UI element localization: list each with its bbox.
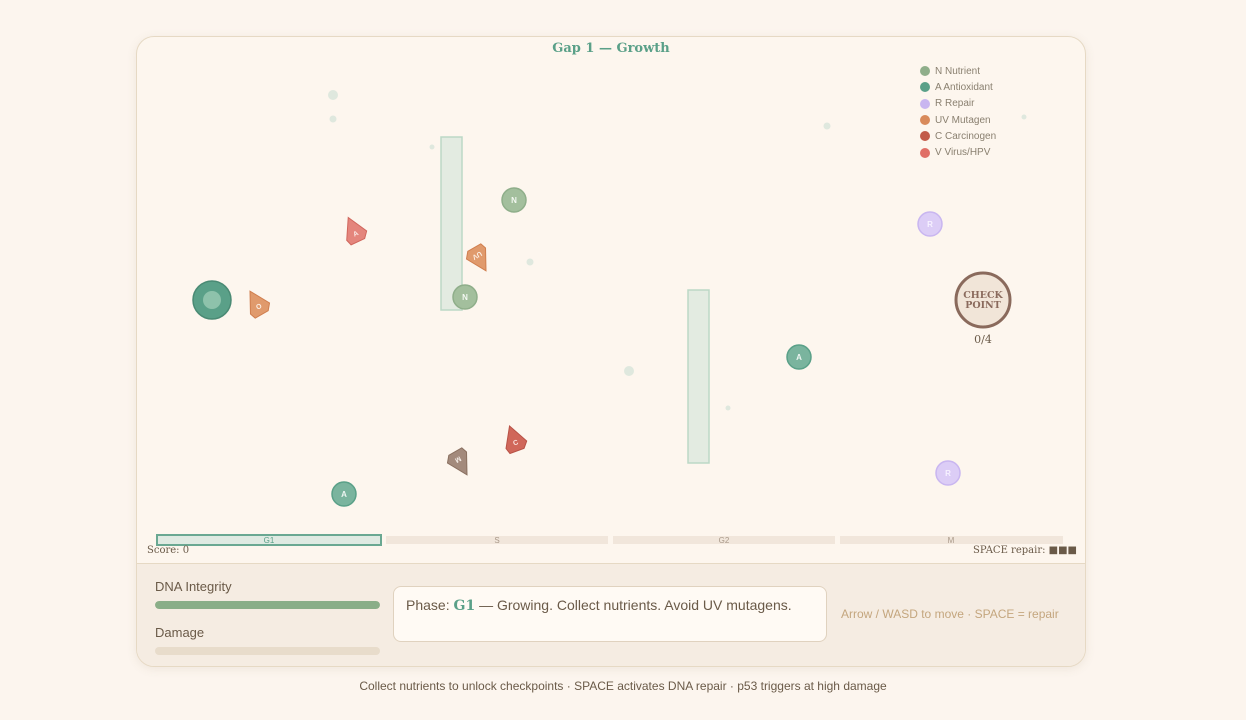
hazard-virus: A — [346, 216, 368, 246]
dna-integrity-label: DNA Integrity — [155, 579, 232, 594]
legend-item: A Antioxidant — [920, 79, 996, 95]
particle — [725, 405, 731, 411]
dna-integrity-fill — [155, 601, 380, 609]
svg-text:N: N — [511, 196, 517, 205]
legend-item: UV Mutagen — [920, 112, 996, 128]
dna-integrity-bar — [155, 601, 380, 609]
particle — [624, 366, 634, 376]
checkpoint-progress: 0/4 — [974, 333, 992, 346]
phase-info: Phase: G1 — Growing. Collect nutrients. … — [393, 586, 827, 642]
hazard-mutant: M — [446, 447, 468, 476]
repair-pickup: R — [935, 460, 961, 486]
legend-dot-icon — [920, 98, 930, 109]
hazard-mutagen: O — [249, 290, 271, 319]
controls-hint: Arrow / WASD to move · SPACE = repair — [841, 607, 1059, 621]
legend-item: R Repair — [920, 96, 996, 112]
legend-dot-icon — [920, 66, 930, 77]
particle — [823, 122, 831, 130]
svg-text:R: R — [927, 220, 933, 229]
player-cell[interactable] — [192, 280, 232, 320]
score-display: Score: 0 — [147, 545, 190, 556]
damage-label: Damage — [155, 625, 205, 640]
repair-charges: SPACE repair: ■■■ — [973, 545, 1077, 556]
svg-text:M: M — [948, 536, 955, 545]
particle — [526, 258, 534, 266]
particle — [328, 90, 338, 100]
damage-bar — [155, 647, 380, 655]
footer-hint: Collect nutrients to unlock checkpoints … — [359, 679, 887, 693]
legend-dot-icon — [920, 147, 930, 158]
svg-text:R: R — [945, 469, 951, 478]
game-canvas[interactable]: N N A A R R A UV O C M CHECK POINT G1 S … — [137, 37, 1085, 563]
legend: N Nutrient A Antioxidant R Repair UV Mut… — [920, 63, 996, 161]
particle — [429, 144, 435, 150]
nutrient: N — [501, 187, 527, 213]
phase-name: G1 — [453, 598, 476, 614]
svg-text:G1: G1 — [264, 536, 275, 545]
svg-text:S: S — [494, 536, 499, 545]
nutrient: N — [452, 284, 478, 310]
particle — [329, 115, 337, 123]
hazard-carcinogen: C — [505, 424, 528, 455]
checkpoint: CHECK POINT — [954, 271, 1012, 329]
svg-text:G2: G2 — [719, 536, 730, 545]
antioxidant: A — [786, 344, 812, 370]
phase-bar: G1 S G2 M — [156, 534, 1063, 546]
svg-text:A: A — [796, 353, 802, 362]
svg-text:A: A — [341, 490, 347, 499]
antioxidant: A — [331, 481, 357, 507]
legend-dot-icon — [920, 131, 930, 142]
legend-item: N Nutrient — [920, 63, 996, 79]
svg-text:N: N — [462, 293, 468, 302]
repair-pickup: R — [917, 211, 943, 237]
legend-item: C Carcinogen — [920, 128, 996, 144]
wall — [440, 136, 463, 311]
legend-dot-icon — [920, 115, 930, 126]
svg-text:POINT: POINT — [965, 300, 1001, 311]
legend-item: V Virus/HPV — [920, 144, 996, 160]
game-panel: N N A A R R A UV O C M CHECK POINT G1 S … — [136, 36, 1086, 667]
game-title: Gap 1 — Growth — [552, 41, 670, 56]
particle — [1021, 114, 1027, 120]
legend-dot-icon — [920, 82, 930, 93]
hud-panel: DNA Integrity Damage Phase: G1 — Growing… — [137, 563, 1085, 666]
hazard-uv: UV — [465, 243, 487, 272]
wall — [687, 289, 710, 464]
